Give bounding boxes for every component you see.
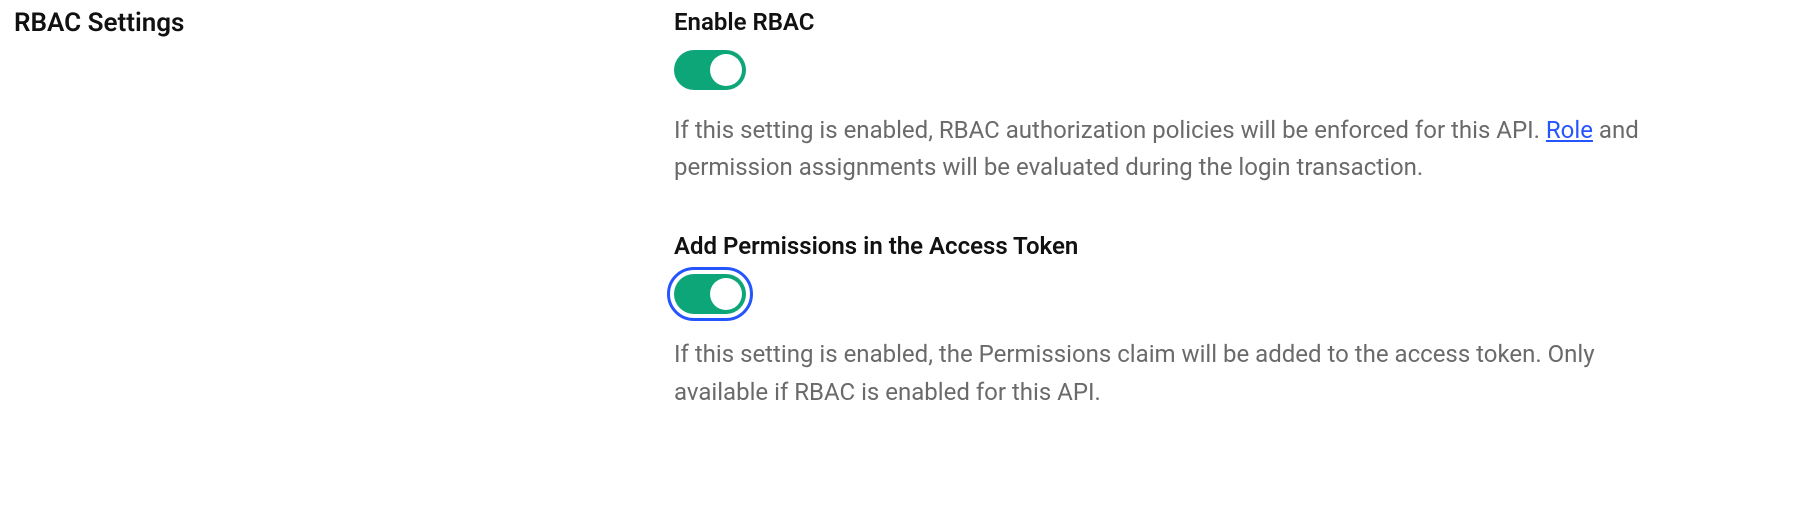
add-permissions-toggle[interactable]	[674, 274, 746, 314]
role-link[interactable]: Role	[1546, 116, 1593, 144]
enable-rbac-description: If this setting is enabled, RBAC authori…	[674, 112, 1676, 186]
desc-text-before: If this setting is enabled, RBAC authori…	[674, 116, 1546, 144]
add-permissions-label: Add Permissions in the Access Token	[674, 232, 1676, 260]
enable-rbac-toggle[interactable]	[674, 50, 746, 90]
section-title: RBAC Settings	[14, 8, 674, 38]
add-permissions-description: If this setting is enabled, the Permissi…	[674, 336, 1676, 410]
toggle-knob	[710, 54, 742, 86]
setting-add-permissions: Add Permissions in the Access Token If t…	[674, 232, 1676, 410]
setting-enable-rbac: Enable RBAC If this setting is enabled, …	[674, 8, 1676, 186]
enable-rbac-label: Enable RBAC	[674, 8, 1676, 36]
toggle-knob	[710, 278, 742, 310]
